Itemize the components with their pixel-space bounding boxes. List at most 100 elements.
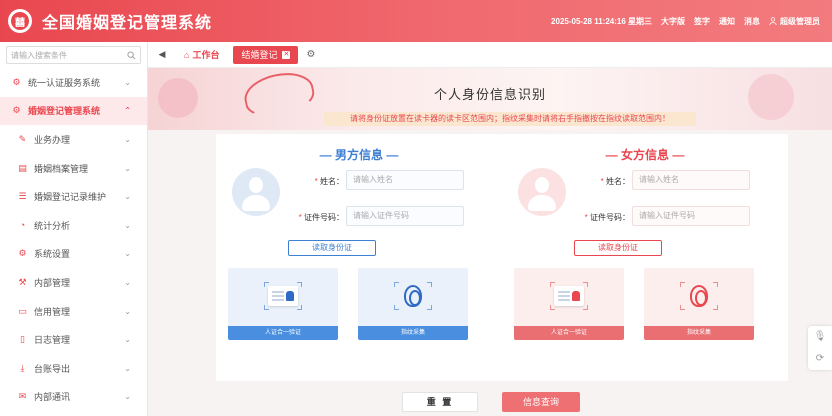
chevron-down-icon: ⌄ [124,77,131,87]
avatar-body [242,195,270,211]
gear-icon: ⚙ [12,105,21,116]
male-id-input[interactable]: 请输入证件号码 [346,206,464,226]
app-title: 全国婚姻登记管理系统 [42,15,213,32]
tab-label: 工作台 [192,50,220,60]
top-header: 囍 全国婚姻登记管理系统 2025-05-28 11:24:16 星期三 大字版… [0,0,832,42]
sidebar-item-logs[interactable]: ▯ 日志管理 ⌄ [0,325,147,354]
fingerprint-icon [680,282,718,310]
sidebar-item-label: 系统设置 [34,249,71,260]
sidebar-item-credit[interactable]: ▭ 信用管理 ⌄ [0,297,147,326]
large-font-button[interactable]: 大字版 [661,16,685,27]
chevron-down-icon: ⌄ [124,163,131,173]
datetime: 2025-05-28 11:24:16 星期三 [551,16,652,26]
sidebar-item-label: 内部管理 [34,277,71,288]
logo: 囍 [8,9,32,33]
sidebar-item-label: 信用管理 [34,306,71,317]
card-label: 人证合一验证 [228,326,338,340]
female-avatar [518,168,566,216]
refresh-icon[interactable]: ⟳ [808,348,832,370]
sidebar-item-messaging[interactable]: ✉ 内部通讯 ⌄ [0,383,147,412]
notice-button[interactable]: 通知 [719,16,735,27]
sidebar-item-label: 内部通讯 [34,392,71,403]
tab-bar: ◀ ⌂ 工作台 结婚登记 ✕ ⚙ [148,42,832,68]
male-info-panel: — 男方信息 — * 姓名： 请输入姓名 * 证件号码： 请输入证件号码 读取身… [216,134,502,381]
chevron-up-icon: ⌃ [124,106,131,116]
main-content: 个人身份信息识别 请将身份证放置在读卡器的读卡区范围内；指纹采集时请将右手指撤按… [148,68,832,416]
male-id-verify-card[interactable]: 人证合一验证 [228,268,338,340]
sidebar-item-label: 日志管理 [34,335,71,346]
sidebar-item-label: 婚姻登记管理系统 [28,106,101,117]
sidebar-item-business[interactable]: ✎ 业务办理 ⌄ [0,125,147,154]
gear-icon: ⚙ [12,76,21,87]
avatar-head [249,177,263,193]
sidebar: 请输入搜索条件 ⚙ 统一认证服务系统 ⌄ ⚙ 婚姻登记管理系统 ⌃ ✎ 业务办理… [0,42,148,416]
file-icon: ▯ [20,334,25,345]
sidebar-item-label: 婚姻档案管理 [34,163,89,174]
sidebar-item-label: 婚姻登记记录维护 [34,192,107,203]
search-icon[interactable] [127,50,136,60]
chevron-down-icon: ⌄ [124,192,131,202]
chevron-down-icon: ⌄ [124,392,131,402]
male-read-id-button[interactable]: 读取身份证 [288,240,376,256]
sidebar-item-marriage-system[interactable]: ⚙ 婚姻登记管理系统 ⌃ [0,96,147,126]
female-id-input[interactable]: 请输入证件号码 [632,206,750,226]
gear-icon: ⚙ [18,248,27,259]
id-label: * 证件号码： [584,213,630,222]
wrench-icon: ⚒ [18,276,27,287]
card-icon: ▭ [18,305,27,316]
avatar-head [535,177,549,193]
sidebar-item-archives[interactable]: ▤ 婚姻档案管理 ⌄ [0,154,147,183]
sidebar-item-statistics[interactable]: ◔ 统计分析 ⌄ [0,211,147,240]
id-card-icon [264,282,302,310]
tab-workbench[interactable]: ⌂ 工作台 [176,46,227,64]
close-icon[interactable]: ✕ [282,50,291,59]
tab-back-icon[interactable]: ◀ [154,49,170,60]
home-icon: ⌂ [184,49,190,60]
male-avatar [232,168,280,216]
user-menu[interactable]: 超级管理员 [769,16,820,27]
download-icon: ⤓ [20,362,25,373]
fingerprint-icon [394,282,432,310]
chevron-down-icon: ⌄ [124,277,131,287]
chevron-down-icon: ⌄ [124,249,131,259]
folder-icon: ▤ [18,162,27,173]
edit-icon: ✎ [18,133,27,144]
mail-icon: ✉ [18,391,27,402]
page-title: 个人身份信息识别 [433,88,546,103]
id-label: * 证件号码： [298,213,344,222]
message-button[interactable]: 消息 [744,16,760,27]
female-read-id-button[interactable]: 读取身份证 [574,240,662,256]
user-name: 超级管理员 [780,16,820,26]
sidebar-item-internal[interactable]: ⚒ 内部管理 ⌄ [0,268,147,297]
tab-label: 结婚登记 [241,50,278,60]
pie-icon: ◔ [19,219,26,230]
sidebar-item-record-maintenance[interactable]: ☰ 婚姻登记记录维护 ⌄ [0,182,147,211]
microphone-icon[interactable]: 🎙 [808,326,832,348]
sidebar-item-settings[interactable]: ⚙ 系统设置 ⌄ [0,240,147,269]
male-panel-title: — 男方信息 — [319,148,399,162]
logo-mark: 囍 [11,12,29,30]
male-name-input[interactable]: 请输入姓名 [346,170,464,190]
sign-button[interactable]: 签字 [694,16,710,27]
avatar-body [528,195,556,211]
female-panel-title: — 女方信息 — [605,148,685,162]
chevron-down-icon: ⌄ [124,134,131,144]
tab-marriage-registration[interactable]: 结婚登记 ✕ [233,45,299,64]
female-id-verify-card[interactable]: 人证合一验证 [514,268,624,340]
female-name-input[interactable]: 请输入姓名 [632,170,750,190]
chevron-down-icon: ⌄ [124,306,131,316]
user-icon [769,17,777,25]
search-input[interactable]: 请输入搜索条件 [11,50,127,61]
list-icon: ☰ [18,191,27,202]
card-label: 指纹采集 [644,326,754,340]
sidebar-item-unified-auth[interactable]: ⚙ 统一认证服务系统 ⌄ [0,68,147,97]
chevron-down-icon: ⌄ [124,363,131,373]
male-fingerprint-card[interactable]: 指纹采集 [358,268,468,340]
query-button[interactable]: 信息查询 [502,392,580,412]
reset-button[interactable]: 重 置 [402,392,478,412]
female-fingerprint-card[interactable]: 指纹采集 [644,268,754,340]
sidebar-search[interactable]: 请输入搜索条件 [6,46,141,64]
gear-icon[interactable]: ⚙ [306,49,315,60]
sidebar-item-label: 统计分析 [34,220,71,231]
sidebar-item-export[interactable]: ⤓ 台账导出 ⌄ [0,354,147,383]
